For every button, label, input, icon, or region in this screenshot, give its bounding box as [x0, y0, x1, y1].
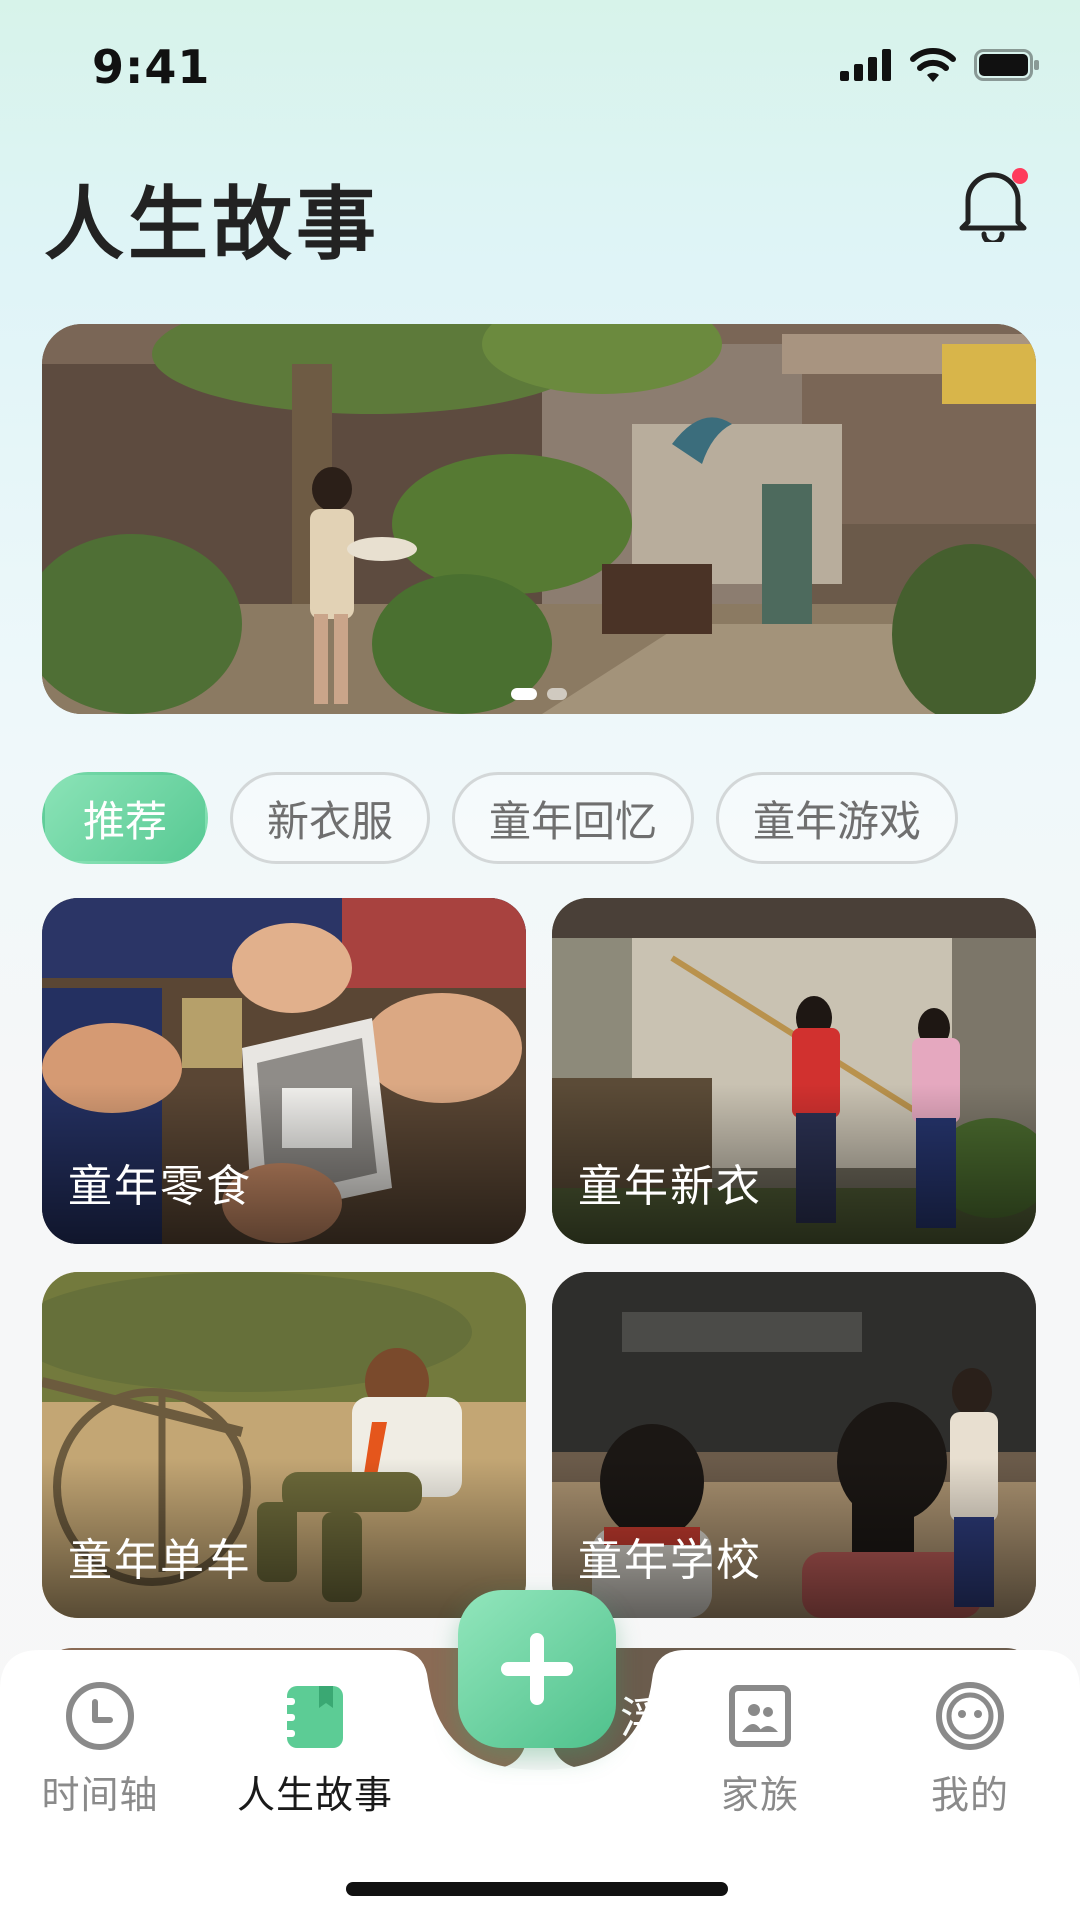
card-title: 童年新衣 — [578, 1161, 762, 1212]
tab-label: 时间轴 — [41, 1773, 159, 1817]
chip-new-clothes[interactable]: 新衣服 — [230, 772, 431, 864]
tab-life-stories[interactable]: 人生故事 — [215, 1680, 415, 1819]
notification-button[interactable] — [958, 164, 1028, 246]
chip-childhood-memories[interactable]: 童年回忆 — [452, 772, 695, 864]
status-icons — [840, 48, 1040, 82]
face-icon — [936, 1682, 1004, 1750]
home-indicator — [346, 1882, 728, 1896]
family-photo-icon — [729, 1685, 791, 1747]
card-title: 童年单车 — [68, 1535, 252, 1586]
card-title: 童年学校 — [578, 1535, 762, 1586]
book-icon — [283, 1686, 343, 1748]
tab-label: 家族 — [720, 1773, 799, 1817]
tab-label: 我的 — [930, 1773, 1009, 1817]
featured-banner[interactable] — [42, 324, 1036, 714]
bell-icon — [959, 168, 1028, 246]
banner-image — [42, 324, 1036, 714]
tab-profile[interactable]: 我的 — [870, 1680, 1070, 1819]
card-title: 童年零食 — [68, 1161, 252, 1212]
wifi-icon — [910, 48, 956, 82]
chip-childhood-games[interactable]: 童年游戏 — [716, 772, 959, 864]
tab-label: 人生故事 — [236, 1773, 393, 1817]
signal-icon — [840, 49, 891, 81]
banner-pagination — [42, 688, 1036, 700]
story-card[interactable]: 童年单车 — [42, 1272, 526, 1618]
page-title: 人生故事 — [44, 178, 380, 271]
plus-icon — [501, 1633, 573, 1705]
tab-family[interactable]: 家族 — [660, 1680, 860, 1819]
story-card[interactable]: 童年学校 — [552, 1272, 1036, 1618]
battery-icon — [974, 49, 1039, 81]
story-card[interactable]: 童年零食 — [42, 898, 526, 1244]
story-card[interactable]: 童年新衣 — [552, 898, 1036, 1244]
status-time: 9:41 — [92, 40, 211, 94]
status-bar: 9:41 — [0, 0, 1080, 130]
category-chips: 推荐 新衣服 童年回忆 童年游戏 — [42, 772, 959, 864]
add-story-button[interactable] — [458, 1590, 616, 1748]
pagination-dot-active — [511, 688, 537, 700]
pagination-dot — [547, 688, 567, 700]
chip-recommend[interactable]: 推荐 — [42, 772, 209, 864]
tab-timeline[interactable]: 时间轴 — [0, 1680, 200, 1819]
clock-icon — [66, 1682, 134, 1750]
